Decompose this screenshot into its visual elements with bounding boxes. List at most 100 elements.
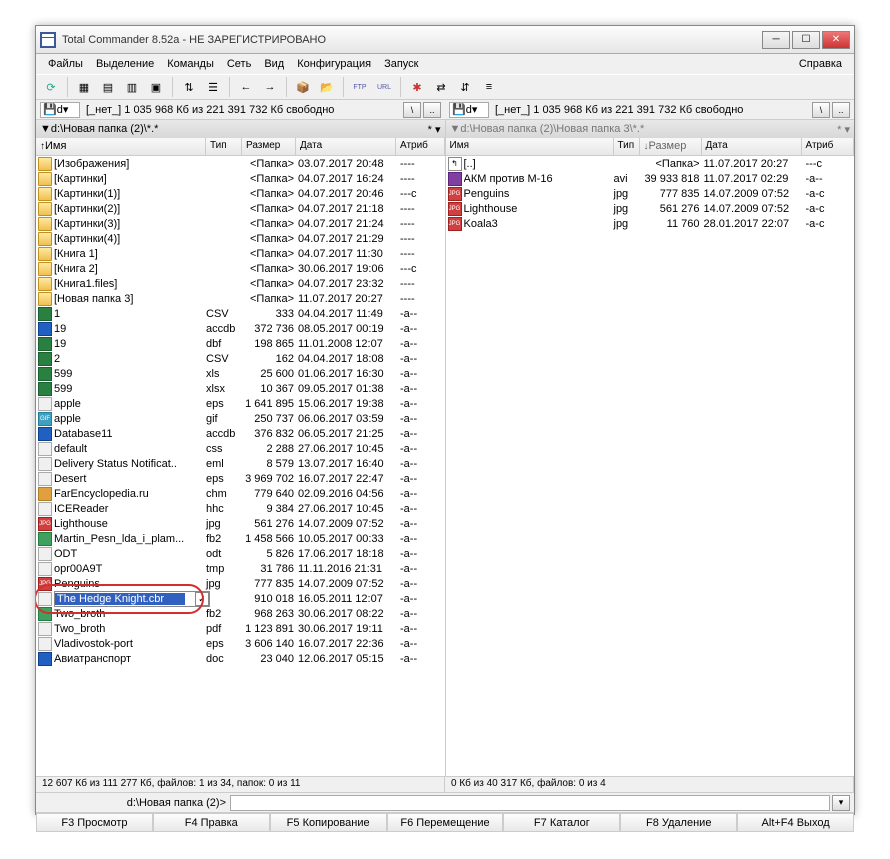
drive-select-right[interactable]: 💾d ▾: [449, 102, 489, 118]
rename-checkbox[interactable]: ✓: [195, 592, 209, 606]
menu-help[interactable]: Справка: [793, 56, 848, 72]
menu-selection[interactable]: Выделение: [90, 56, 160, 72]
file-row[interactable]: 1CSV33304.04.2017 11:49-a--: [36, 306, 445, 321]
fn-altf4[interactable]: Alt+F4 Выход: [737, 813, 854, 832]
file-row[interactable]: [Новая папка 3]<Папка>11.07.2017 20:27--…: [36, 291, 445, 306]
sync-icon[interactable]: ⇵: [454, 76, 476, 98]
pack-icon[interactable]: 📦: [292, 76, 314, 98]
file-row[interactable]: FarEncyclopedia.ruchm779 64002.09.2016 0…: [36, 486, 445, 501]
file-row[interactable]: JPGKoala3jpg11 76028.01.2017 22:07-a-c: [446, 216, 855, 231]
rename-input[interactable]: [55, 593, 185, 605]
file-row[interactable]: JPGPenguinsjpg777 83514.07.2009 07:52-a-…: [446, 186, 855, 201]
file-row[interactable]: [Картинки(4)]<Папка>04.07.2017 21:29----: [36, 231, 445, 246]
file-row[interactable]: JPGLighthousejpg561 27614.07.2009 07:52-…: [36, 516, 445, 531]
col-ext-r[interactable]: Тип: [614, 138, 640, 155]
file-row[interactable]: Martin_Pesn_lda_i_plam...fb21 458 56610.…: [36, 531, 445, 546]
file-row[interactable]: JPGLighthousejpg561 27614.07.2009 07:52-…: [446, 201, 855, 216]
fn-f3[interactable]: F3 Просмотр: [36, 813, 153, 832]
view-brief-icon[interactable]: ▤: [97, 76, 119, 98]
root-button-left[interactable]: \: [403, 102, 421, 118]
col-attr-r[interactable]: Атриб: [802, 138, 855, 155]
fn-f7[interactable]: F7 Каталог: [503, 813, 620, 832]
fav-icon-right[interactable]: * ▾: [837, 123, 850, 136]
file-row[interactable]: [Картинки(3)]<Папка>04.07.2017 21:24----: [36, 216, 445, 231]
file-row[interactable]: Авиатранспортdoc23 04012.06.2017 05:15-a…: [36, 651, 445, 666]
file-row[interactable]: Deserteps3 969 70216.07.2017 22:47-a--: [36, 471, 445, 486]
col-attr[interactable]: Атриб: [396, 138, 445, 155]
cmd-input[interactable]: [230, 795, 830, 811]
file-row[interactable]: GIFapplegif250 73706.06.2017 03:59-a--: [36, 411, 445, 426]
file-row[interactable]: ODTodt5 82617.06.2017 18:18-a--: [36, 546, 445, 561]
view-list-icon[interactable]: ▦: [73, 76, 95, 98]
filelist-right[interactable]: ↰[..]<Папка>11.07.2017 20:27---cАКМ прот…: [446, 156, 855, 776]
url-icon[interactable]: URL: [373, 76, 395, 98]
menu-files[interactable]: Файлы: [42, 56, 89, 72]
refresh-icon[interactable]: ⟳: [40, 76, 62, 98]
file-row[interactable]: ↰[..]<Папка>11.07.2017 20:27---c: [446, 156, 855, 171]
file-row[interactable]: 19accdb372 73608.05.2017 00:19-a--: [36, 321, 445, 336]
forward-icon[interactable]: →: [259, 76, 281, 98]
drive-select-left[interactable]: 💾d ▾: [40, 102, 80, 118]
file-row[interactable]: [Книга 1]<Папка>04.07.2017 11:30----: [36, 246, 445, 261]
col-size-r[interactable]: ↓Размер: [640, 138, 702, 155]
file-row[interactable]: АКМ против М-16avi39 933 81811.07.2017 0…: [446, 171, 855, 186]
file-row[interactable]: 599xls25 60001.06.2017 16:30-a--: [36, 366, 445, 381]
fn-f8[interactable]: F8 Удаление: [620, 813, 737, 832]
unpack-icon[interactable]: 📂: [316, 76, 338, 98]
file-row[interactable]: 2CSV16204.04.2017 18:08-a--: [36, 351, 445, 366]
col-date-r[interactable]: Дата: [702, 138, 802, 155]
pathbar-left[interactable]: ▼d:\Новая папка (2)\*.* * ▾: [36, 120, 445, 138]
rename-inline-edit[interactable]: ✓: [54, 591, 210, 607]
file-row[interactable]: Delivery Status Notificat..eml8 57913.07…: [36, 456, 445, 471]
file-row[interactable]: 19dbf198 86511.01.2008 12:07-a--: [36, 336, 445, 351]
file-row[interactable]: [Книга 2]<Папка>30.06.2017 19:06---c: [36, 261, 445, 276]
fn-f5[interactable]: F5 Копирование: [270, 813, 387, 832]
col-ext[interactable]: Тип: [206, 138, 242, 155]
file-row[interactable]: JPGPenguinsjpg777 83514.07.2009 07:52-a-…: [36, 576, 445, 591]
menu-start[interactable]: Запуск: [378, 56, 424, 72]
search-icon[interactable]: ✱: [406, 76, 428, 98]
fav-icon[interactable]: * ▾: [428, 123, 441, 136]
file-row[interactable]: defaultcss2 28827.06.2017 10:45-a--: [36, 441, 445, 456]
file-row[interactable]: Vladivostok-porteps3 606 14016.07.2017 2…: [36, 636, 445, 651]
minimize-button[interactable]: ─: [762, 31, 790, 49]
file-row[interactable]: 599xlsx10 36709.05.2017 01:38-a--: [36, 381, 445, 396]
file-row[interactable]: Two_brothpdf1 123 89130.06.2017 19:11-a-…: [36, 621, 445, 636]
cmd-dropdown[interactable]: ▾: [832, 795, 850, 811]
file-row[interactable]: [Картинки(1)]<Папка>04.07.2017 20:46---c: [36, 186, 445, 201]
view-tree-icon[interactable]: ▣: [145, 76, 167, 98]
filter-icon[interactable]: ☰: [202, 76, 224, 98]
col-name-r[interactable]: Имя: [446, 138, 614, 155]
close-button[interactable]: ✕: [822, 31, 850, 49]
file-row[interactable]: [Изображения]<Папка>03.07.2017 20:48----: [36, 156, 445, 171]
col-name[interactable]: ↑Имя: [36, 138, 206, 155]
file-row[interactable]: [Картинки(2)]<Папка>04.07.2017 21:18----: [36, 201, 445, 216]
maximize-button[interactable]: ☐: [792, 31, 820, 49]
menu-config[interactable]: Конфигурация: [291, 56, 377, 72]
file-row[interactable]: appleeps1 641 89515.06.2017 19:38-a--: [36, 396, 445, 411]
sort-icon[interactable]: ⇅: [178, 76, 200, 98]
menu-commands[interactable]: Команды: [161, 56, 220, 72]
menu-view[interactable]: Вид: [258, 56, 290, 72]
file-row[interactable]: Database11accdb376 83206.05.2017 21:25-a…: [36, 426, 445, 441]
multirename-icon[interactable]: ⇄: [430, 76, 452, 98]
fn-f4[interactable]: F4 Правка: [153, 813, 270, 832]
fn-f6[interactable]: F6 Перемещение: [387, 813, 504, 832]
col-date[interactable]: Дата: [296, 138, 396, 155]
pathbar-right[interactable]: ▼d:\Новая папка (2)\Новая папка 3\*.* * …: [446, 120, 855, 138]
file-row[interactable]: ICEReaderhhc9 38427.06.2017 10:45-a--: [36, 501, 445, 516]
file-row[interactable]: opr00A9Ttmp31 78611.11.2016 21:31-a--: [36, 561, 445, 576]
menu-net[interactable]: Сеть: [221, 56, 257, 72]
ftp-icon[interactable]: FTP: [349, 76, 371, 98]
up-button-right[interactable]: ..: [832, 102, 850, 118]
root-button-right[interactable]: \: [812, 102, 830, 118]
file-row[interactable]: [Книга1.files]<Папка>04.07.2017 23:32---…: [36, 276, 445, 291]
file-row[interactable]: Two_brothfb2968 26330.06.2017 08:22-a--: [36, 606, 445, 621]
filelist-left[interactable]: ✓ [Изображения]<Папка>03.07.2017 20:48--…: [36, 156, 445, 776]
up-button-left[interactable]: ..: [423, 102, 441, 118]
back-icon[interactable]: ←: [235, 76, 257, 98]
compare-icon[interactable]: ≡: [478, 76, 500, 98]
view-details-icon[interactable]: ▥: [121, 76, 143, 98]
col-size[interactable]: Размер: [242, 138, 296, 155]
file-row[interactable]: [Картинки]<Папка>04.07.2017 16:24----: [36, 171, 445, 186]
